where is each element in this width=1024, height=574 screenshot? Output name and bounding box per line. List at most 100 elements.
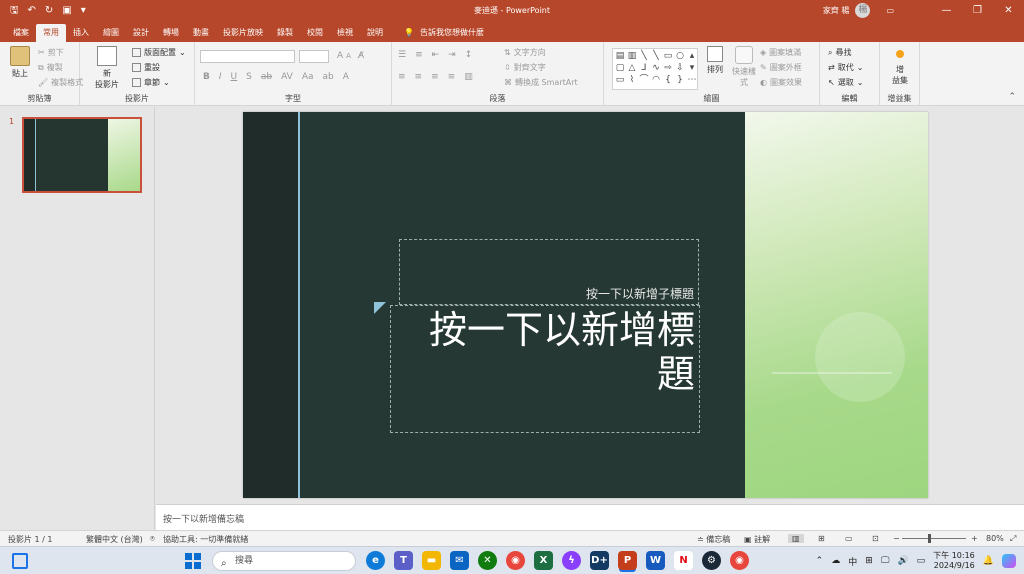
minimize-icon[interactable]: —: [931, 0, 962, 22]
xbox-icon[interactable]: ✕: [478, 551, 497, 570]
onedrive-icon[interactable]: ☁: [831, 556, 840, 566]
tab-file[interactable]: 檔案: [6, 24, 36, 42]
start-button[interactable]: [185, 553, 201, 569]
arrow-shape-icon[interactable]: ⇨: [662, 62, 674, 74]
freeform-shape-icon[interactable]: ⌇: [626, 74, 638, 86]
comments-button[interactable]: ▣ 註解: [744, 534, 770, 545]
slideshow-view-icon[interactable]: ⊡: [872, 534, 879, 543]
notes-pane[interactable]: 按一下以新增備忘稿: [156, 504, 1024, 530]
mail-icon[interactable]: ✉: [450, 551, 469, 570]
collapse-ribbon-icon[interactable]: ⌃: [1008, 92, 1016, 102]
steam-icon[interactable]: ⚙: [702, 551, 721, 570]
align-right-icon[interactable]: ≡: [431, 72, 439, 82]
restore-icon[interactable]: ❐: [962, 0, 993, 22]
shape-effects-button[interactable]: ◐ 圖案效果: [760, 77, 802, 88]
bold-button[interactable]: B: [203, 72, 210, 82]
disney-plus-icon[interactable]: D+: [590, 551, 609, 570]
align-text-button[interactable]: ⇳ 對齊文字: [504, 62, 546, 73]
brace-left-shape-icon[interactable]: {: [662, 74, 674, 86]
normal-view-icon[interactable]: ▥: [788, 534, 804, 543]
file-explorer-icon[interactable]: ▬: [422, 551, 441, 570]
grow-font-button[interactable]: A: [337, 51, 343, 61]
tab-home[interactable]: 常用: [36, 24, 66, 42]
widgets-icon[interactable]: [12, 553, 28, 569]
reading-view-icon[interactable]: ▭: [845, 534, 853, 543]
copy-button[interactable]: ⧉ 複製: [38, 62, 63, 73]
close-icon[interactable]: ✕: [993, 0, 1024, 22]
rounded-rect-shape-icon[interactable]: ▢: [614, 62, 626, 74]
accessibility-status[interactable]: 協助工具: 一切準備就緒: [163, 534, 248, 545]
smartart-button[interactable]: ⌘ 轉換成 SmartArt: [504, 77, 578, 88]
align-center-icon[interactable]: ≡: [415, 72, 423, 82]
change-case-button[interactable]: Aa: [302, 72, 314, 82]
shape-outline-button[interactable]: ✎ 圖案外框: [760, 62, 802, 73]
numbering-icon[interactable]: ≡: [415, 50, 423, 60]
zoom-slider-handle[interactable]: [928, 534, 931, 543]
battery-icon[interactable]: ▭: [917, 556, 926, 566]
volume-icon[interactable]: 🔊: [897, 556, 908, 566]
ime-mode-icon[interactable]: ⊞: [865, 556, 873, 566]
quick-styles-button[interactable]: 快速樣 式: [730, 46, 758, 88]
shapes-gallery[interactable]: ▤ ▥ ╲ ╲ ▭ ○ ▴ ▢ △ ⅃ ∿ ⇨ ⇩ ▾ ▭ ⌇ ⌒ ◠ { } …: [612, 48, 698, 90]
edge-icon[interactable]: e: [366, 551, 385, 570]
teams-icon[interactable]: T: [394, 551, 413, 570]
curve-shape-icon[interactable]: ⌒: [638, 74, 650, 86]
show-hidden-icons-icon[interactable]: ⌃: [816, 556, 824, 566]
rectangle-shape-icon[interactable]: ▭: [614, 74, 626, 86]
curve-shape-icon[interactable]: ∿: [650, 62, 662, 74]
justify-icon[interactable]: ≡: [448, 72, 456, 82]
columns-icon[interactable]: ▥: [464, 72, 473, 82]
brace-right-shape-icon[interactable]: }: [674, 74, 686, 86]
language-indicator[interactable]: 繁體中文 (台灣): [86, 534, 143, 545]
textbox-shape-icon[interactable]: ▤: [614, 50, 626, 62]
vertical-textbox-shape-icon[interactable]: ▥: [626, 50, 638, 62]
find-button[interactable]: ⌕ 尋找: [828, 47, 851, 58]
arrange-button[interactable]: 排列: [702, 46, 728, 75]
paste-button[interactable]: 貼上: [6, 46, 34, 79]
tab-design[interactable]: 設計: [126, 24, 156, 42]
word-icon[interactable]: W: [646, 551, 665, 570]
tab-slideshow[interactable]: 投影片放映: [216, 24, 270, 42]
taskbar-search[interactable]: ⌕ 搜尋: [212, 551, 356, 571]
increase-indent-icon[interactable]: ⇥: [448, 50, 456, 60]
elbow-shape-icon[interactable]: ⅃: [638, 62, 650, 74]
rectangle-shape-icon[interactable]: ▭: [662, 50, 674, 62]
replace-button[interactable]: ⇄ 取代 ⌄: [828, 62, 863, 73]
triangle-shape-icon[interactable]: △: [626, 62, 638, 74]
arrow-down-shape-icon[interactable]: ⇩: [674, 62, 686, 74]
section-button[interactable]: 章節 ⌄: [132, 77, 170, 88]
notification-bell-icon[interactable]: 🔔: [983, 556, 994, 566]
text-direction-button[interactable]: ⇅ 文字方向: [504, 47, 546, 58]
scroll-down-icon[interactable]: ▾: [686, 62, 698, 74]
powerpoint-icon[interactable]: P: [618, 551, 637, 570]
chrome-icon[interactable]: ◉: [506, 551, 525, 570]
highlight-icon[interactable]: ab: [323, 72, 334, 82]
shape-fill-button[interactable]: ◈ 圖案填滿: [760, 47, 801, 58]
shrink-font-button[interactable]: A: [346, 52, 351, 60]
new-slide-button[interactable]: 新 投影片: [92, 46, 122, 90]
chrome-profile-icon[interactable]: ◉: [730, 551, 749, 570]
clear-format-icon[interactable]: A̸: [358, 51, 364, 61]
slide-thumbnail[interactable]: [22, 117, 142, 193]
decrease-indent-icon[interactable]: ⇤: [432, 50, 440, 60]
tab-record[interactable]: 錄製: [270, 24, 300, 42]
excel-icon[interactable]: X: [534, 551, 553, 570]
network-icon[interactable]: 🖵: [881, 556, 890, 566]
tell-me-search[interactable]: 💡 告訴我您想做什麼: [390, 24, 484, 42]
line-spacing-icon[interactable]: ↕: [465, 50, 473, 60]
accessibility-icon[interactable]: ⍟: [150, 534, 155, 544]
netflix-icon[interactable]: N: [674, 551, 693, 570]
slide-sorter-icon[interactable]: ⊞: [818, 534, 825, 543]
cut-button[interactable]: ✂ 剪下: [38, 47, 64, 58]
tab-view[interactable]: 檢視: [330, 24, 360, 42]
ime-indicator[interactable]: 中: [848, 555, 857, 568]
zoom-in-button[interactable]: +: [971, 534, 978, 543]
layout-button[interactable]: 版面配置 ⌄: [132, 47, 186, 58]
oval-shape-icon[interactable]: ○: [674, 50, 686, 62]
avatar[interactable]: 楊: [855, 3, 871, 18]
font-color-icon[interactable]: A: [343, 72, 349, 82]
more-shapes-icon[interactable]: ⋯: [686, 74, 698, 86]
notes-toggle-button[interactable]: ≐ 備忘稿: [697, 534, 730, 545]
tab-draw[interactable]: 繪圖: [96, 24, 126, 42]
addins-button[interactable]: 增 益集: [885, 50, 915, 86]
